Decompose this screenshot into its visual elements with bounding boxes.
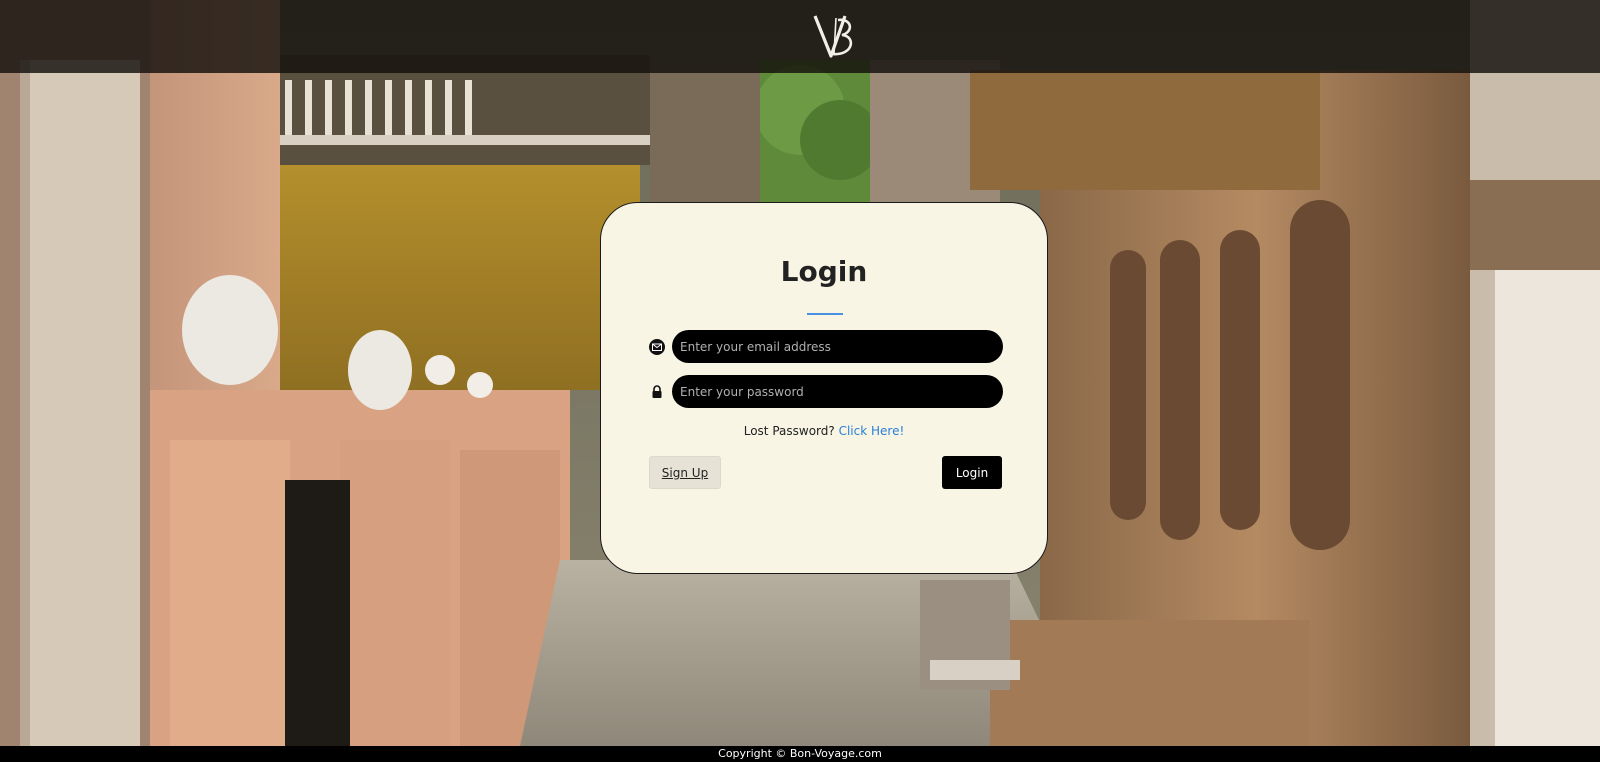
- login-button[interactable]: Login: [942, 456, 1002, 489]
- sign-up-button[interactable]: Sign Up: [649, 456, 721, 489]
- email-input[interactable]: [672, 330, 1003, 363]
- vb-logo-icon[interactable]: [812, 10, 858, 62]
- password-input[interactable]: [672, 375, 1003, 408]
- envelope-icon: [649, 338, 665, 356]
- email-field-row: [649, 330, 1003, 364]
- reset-password-link[interactable]: Click Here!: [839, 424, 905, 438]
- lost-password-row: Lost Password? Click Here!: [601, 424, 1047, 438]
- lock-icon: [649, 383, 665, 401]
- login-page: Login Lost Password? C: [0, 0, 1600, 762]
- footer: Copyright © Bon-Voyage.com: [0, 746, 1600, 762]
- password-field-row: [649, 375, 1003, 409]
- login-card: Login Lost Password? C: [600, 202, 1048, 574]
- title-underline: [807, 313, 843, 315]
- copyright-text: Copyright © Bon-Voyage.com: [718, 747, 882, 760]
- lost-password-text: Lost Password?: [743, 424, 835, 438]
- login-title: Login: [780, 255, 868, 288]
- top-header: [0, 0, 1600, 73]
